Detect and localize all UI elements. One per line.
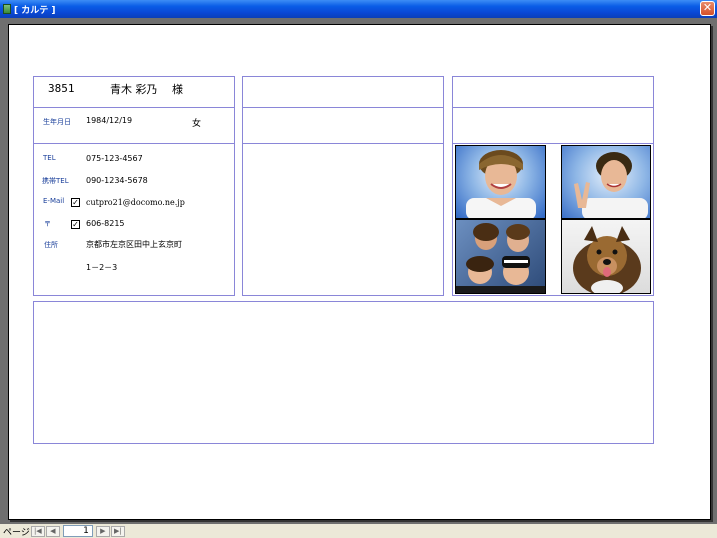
email-checkbox[interactable]: ✓ bbox=[71, 198, 80, 207]
dog-image bbox=[573, 226, 641, 293]
window-title: [ カルテ ] bbox=[14, 5, 56, 16]
tel: 075-123-4567 bbox=[86, 154, 143, 163]
customer-info-panel bbox=[33, 76, 235, 296]
divider bbox=[452, 143, 654, 144]
window-titlebar: [ カルテ ] ✕ bbox=[0, 0, 717, 18]
last-page-button[interactable]: ▶| bbox=[110, 525, 125, 537]
zip-checkbox[interactable]: ✓ bbox=[71, 220, 80, 229]
honorific: 様 bbox=[172, 83, 183, 96]
address-line-1: 京都市左京区田中上玄京町 bbox=[86, 240, 182, 249]
prev-page-button[interactable]: ◀ bbox=[45, 525, 60, 537]
tel-label: TEL bbox=[43, 154, 56, 162]
peace-sign-image bbox=[574, 152, 648, 218]
divider bbox=[452, 107, 654, 108]
divider bbox=[33, 143, 235, 144]
divider bbox=[33, 107, 235, 108]
customer-photo-4[interactable] bbox=[561, 219, 651, 294]
email: cutpro21@docomo.ne.jp bbox=[86, 198, 185, 207]
report-page: 3851 青木 彩乃 様 生年月日 1984/12/19 女 TEL 075-1… bbox=[8, 24, 711, 520]
gender: 女 bbox=[192, 119, 202, 129]
group-image bbox=[456, 223, 545, 293]
customer-photo-3[interactable] bbox=[455, 219, 546, 294]
zip-code: 606-8215 bbox=[86, 219, 125, 228]
customer-photo-2[interactable] bbox=[561, 145, 651, 219]
app-icon bbox=[3, 4, 11, 14]
page-number-input[interactable]: 1 bbox=[62, 525, 93, 537]
customer-photo-1[interactable] bbox=[455, 145, 546, 219]
middle-panel bbox=[242, 76, 444, 296]
birth-date-label: 生年月日 bbox=[43, 118, 71, 126]
mobile: 090-1234-5678 bbox=[86, 176, 148, 185]
zip-label: 〒 bbox=[44, 220, 51, 228]
page-label: ページ bbox=[3, 527, 30, 538]
close-icon: ✕ bbox=[702, 1, 713, 14]
birth-date: 1984/12/19 bbox=[86, 116, 133, 125]
mobile-label: 携帯TEL bbox=[42, 177, 69, 185]
portrait-image bbox=[466, 150, 536, 218]
next-page-button[interactable]: ▶ bbox=[95, 525, 110, 537]
notes-panel bbox=[33, 301, 654, 444]
email-label: E-Mail bbox=[43, 197, 65, 205]
statusbar: ページ |◀ ◀ 1 ▶ ▶| bbox=[0, 524, 717, 538]
divider bbox=[242, 143, 444, 144]
first-page-button[interactable]: |◀ bbox=[30, 525, 45, 537]
close-button[interactable]: ✕ bbox=[700, 1, 715, 16]
address-line-2: 1－2－3 bbox=[86, 263, 118, 272]
address-label: 住所 bbox=[44, 241, 58, 249]
customer-name: 青木 彩乃 bbox=[110, 83, 158, 96]
divider bbox=[242, 107, 444, 108]
customer-id: 3851 bbox=[48, 82, 75, 95]
